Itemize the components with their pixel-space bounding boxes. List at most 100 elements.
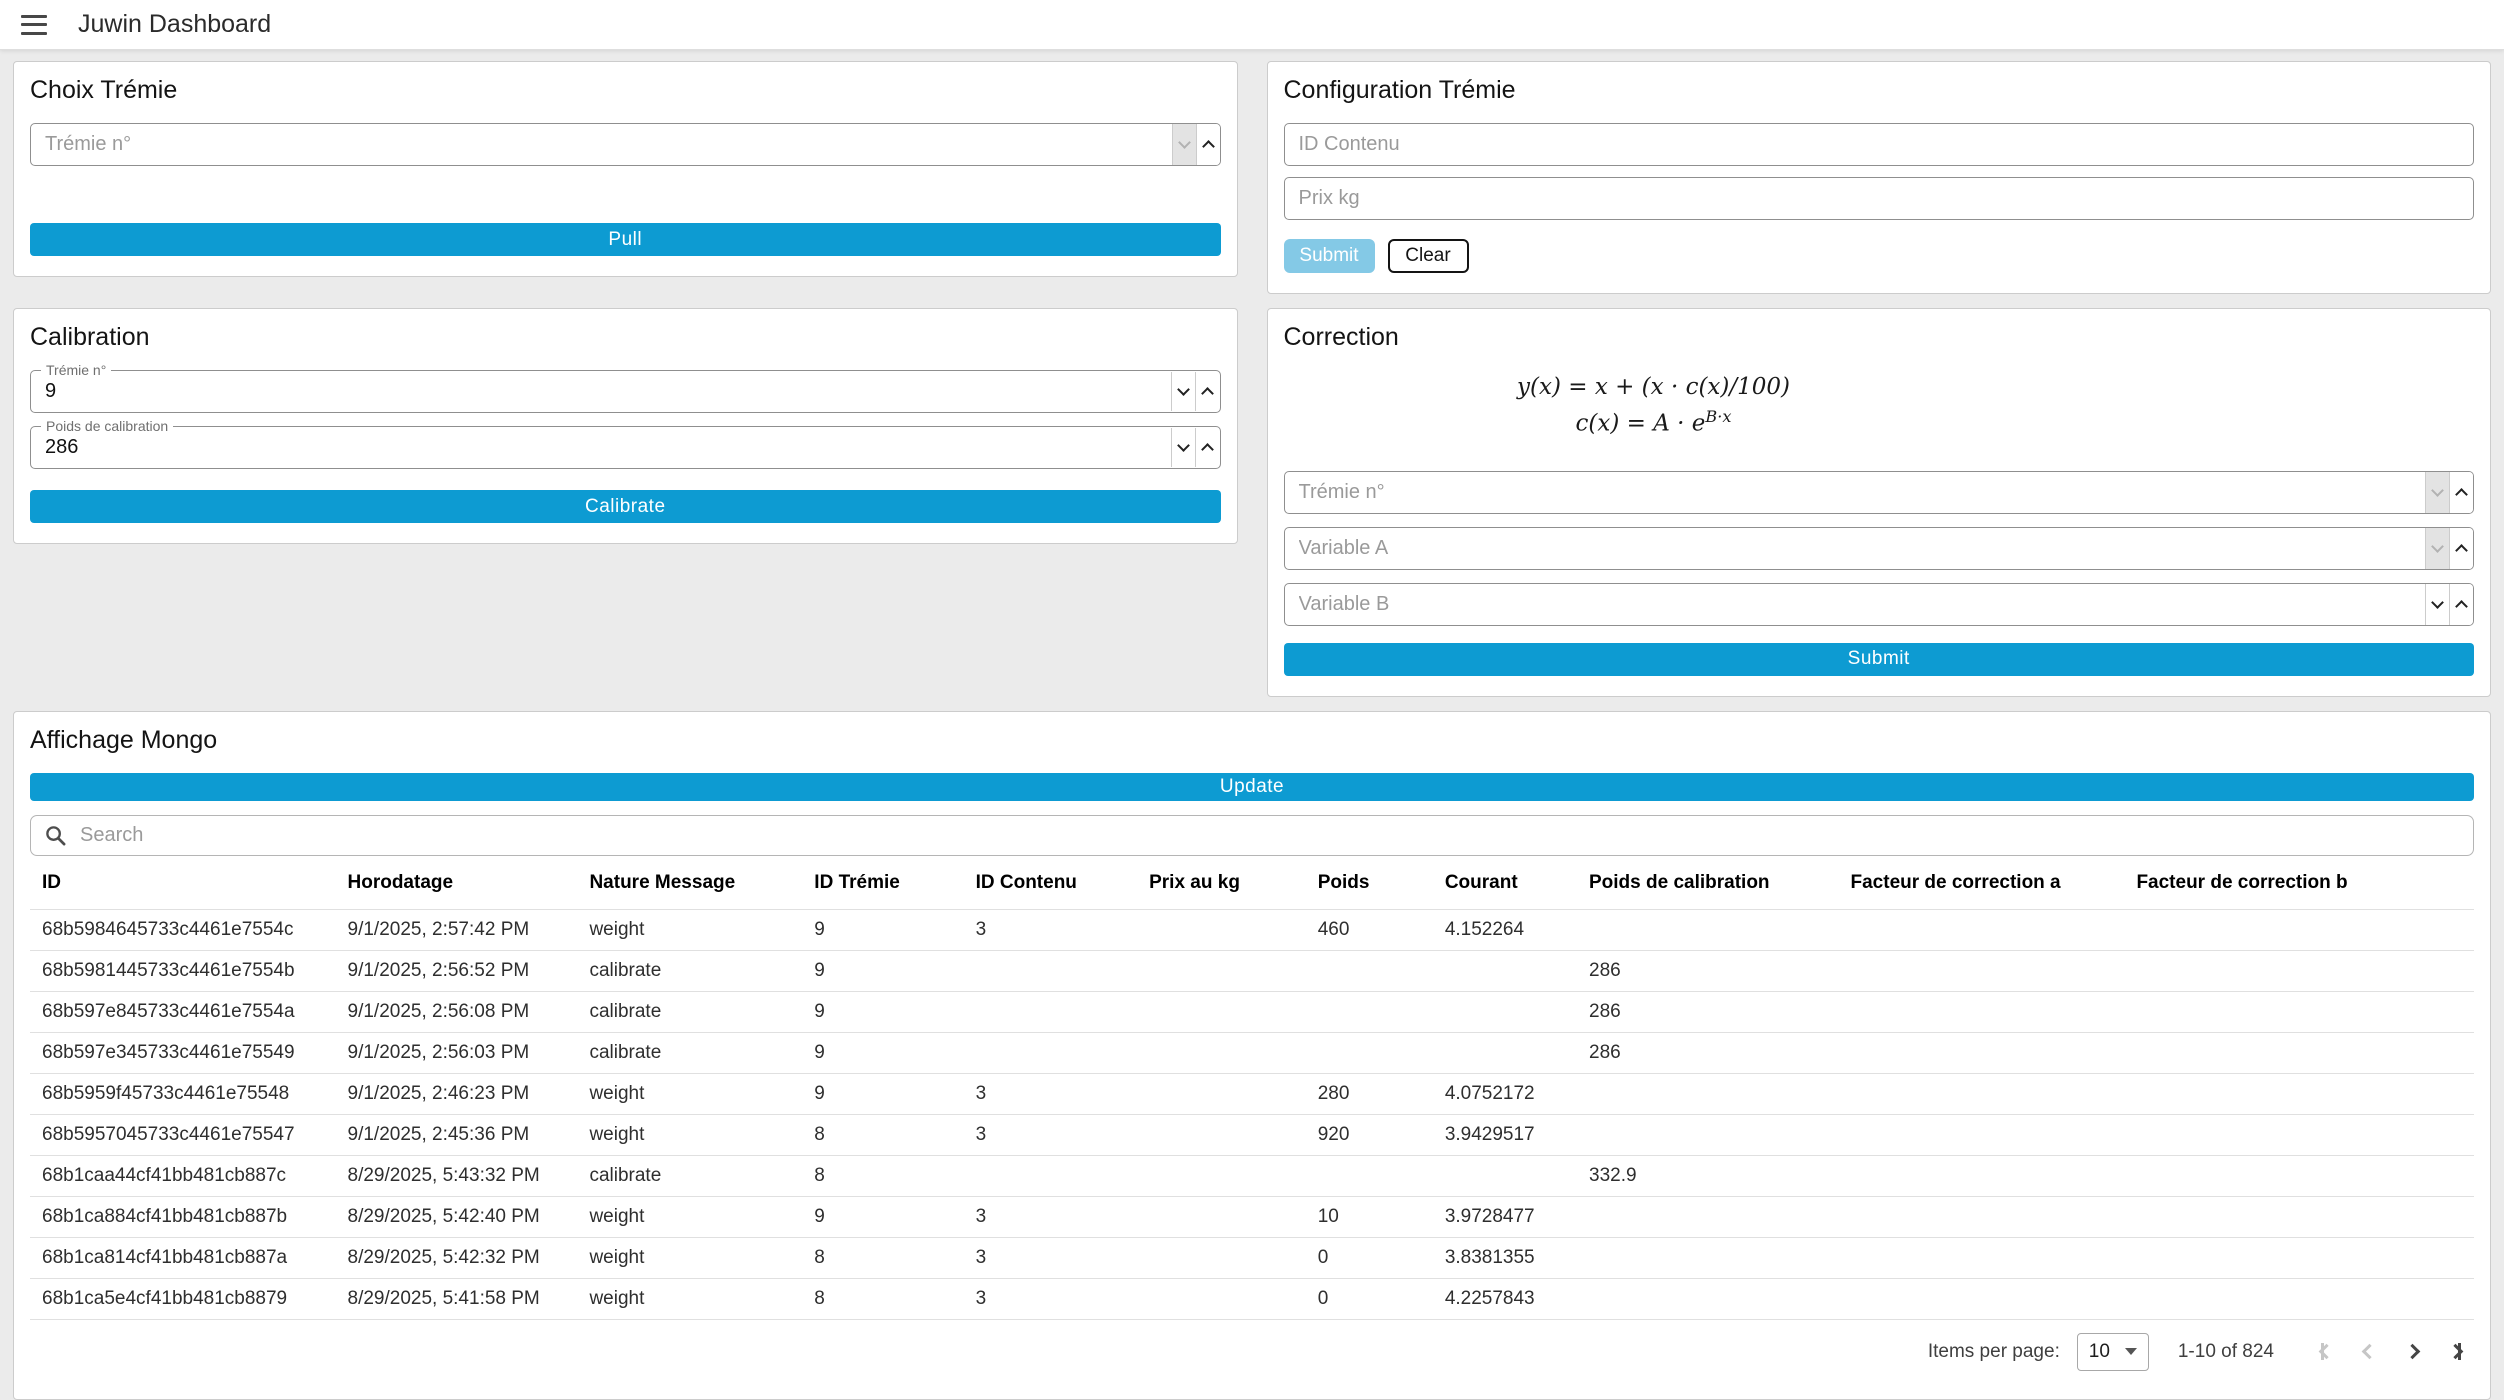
cell-prix-au-kg — [1137, 1073, 1306, 1114]
increment-button[interactable] — [1195, 428, 1219, 467]
calibration-poids-field: Poids de calibration — [30, 426, 1221, 469]
table-header-row: ID Horodatage Nature Message ID Trémie I… — [30, 860, 2474, 910]
id-contenu-input[interactable] — [1284, 123, 2475, 166]
cell-courant — [1433, 991, 1577, 1032]
cell-id-tremie: 8 — [802, 1278, 963, 1319]
cell-facteur-correction-a — [1839, 1032, 2125, 1073]
cell-id-contenu: 3 — [964, 1237, 1138, 1278]
tremie-number-combo — [30, 123, 1221, 166]
top-app-bar: Juwin Dashboard — [0, 0, 2504, 50]
update-button[interactable]: Update — [30, 773, 2474, 801]
items-per-page-label: Items per page: — [1928, 1341, 2060, 1363]
choix-tremie-input[interactable] — [30, 123, 1221, 166]
decrement-button[interactable] — [2425, 584, 2449, 625]
calibration-tremie-input[interactable] — [31, 371, 1220, 412]
increment-button[interactable] — [1196, 124, 1220, 165]
table-row: 68b597e345733c4461e75549 9/1/2025, 2:56:… — [30, 1032, 2474, 1073]
decrement-button[interactable] — [1171, 372, 1195, 411]
cell-prix-au-kg — [1137, 1196, 1306, 1237]
cell-nature-message: weight — [577, 1114, 802, 1155]
cell-facteur-correction-a — [1839, 1073, 2125, 1114]
cell-horodatage: 8/29/2025, 5:41:58 PM — [336, 1278, 578, 1319]
cell-prix-au-kg — [1137, 1155, 1306, 1196]
cell-prix-au-kg — [1137, 1032, 1306, 1073]
cell-facteur-correction-a — [1839, 1155, 2125, 1196]
search-input[interactable] — [78, 823, 2460, 848]
next-page-button[interactable] — [2397, 1337, 2427, 1367]
table-row: 68b1caa44cf41bb481cb887c 8/29/2025, 5:43… — [30, 1155, 2474, 1196]
column-header-nature-message: Nature Message — [577, 860, 802, 910]
panel-calibration-title: Calibration — [30, 323, 1221, 352]
decrement-button[interactable] — [1171, 428, 1195, 467]
cell-nature-message: weight — [577, 1073, 802, 1114]
first-page-button — [2311, 1337, 2341, 1367]
cell-id: 68b1ca5e4cf41bb481cb8879 — [30, 1278, 336, 1319]
cell-id: 68b597e345733c4461e75549 — [30, 1032, 336, 1073]
cell-facteur-correction-a — [1839, 1278, 2125, 1319]
prix-kg-input[interactable] — [1284, 177, 2475, 220]
decrement-button — [2425, 472, 2449, 513]
formula-line-2: c(x) = A · eB·x — [1284, 405, 2024, 441]
cell-nature-message: calibrate — [577, 1032, 802, 1073]
column-header-horodatage: Horodatage — [336, 860, 578, 910]
column-header-poids-de-calibration: Poids de calibration — [1577, 860, 1839, 910]
cell-prix-au-kg — [1137, 991, 1306, 1032]
cell-facteur-correction-a — [1839, 950, 2125, 991]
config-clear-button[interactable]: Clear — [1388, 239, 1469, 273]
panel-calibration: Calibration Trémie n° Poids de calibrati… — [13, 308, 1238, 544]
increment-button[interactable] — [2449, 528, 2473, 569]
variable-b-input[interactable] — [1284, 583, 2475, 626]
calibration-poids-input[interactable] — [31, 427, 1220, 468]
calibration-tremie-label: Trémie n° — [41, 362, 111, 378]
correction-tremie-input[interactable] — [1284, 471, 2475, 514]
chevron-up-icon — [2455, 488, 2468, 501]
cell-id: 68b5957045733c4461e75547 — [30, 1114, 336, 1155]
config-submit-button[interactable]: Submit — [1284, 239, 1375, 273]
chevron-down-icon — [2431, 540, 2444, 553]
page-size-select[interactable]: 10 — [2077, 1333, 2149, 1371]
cell-poids — [1306, 991, 1433, 1032]
increment-button[interactable] — [2449, 472, 2473, 513]
cell-id: 68b1ca814cf41bb481cb887a — [30, 1237, 336, 1278]
cell-id-tremie: 9 — [802, 950, 963, 991]
cell-facteur-correction-b — [2124, 1032, 2474, 1073]
cell-id-tremie: 9 — [802, 909, 963, 950]
calibrate-button[interactable]: Calibrate — [30, 490, 1221, 523]
column-header-id-contenu: ID Contenu — [964, 860, 1138, 910]
pull-button[interactable]: Pull — [30, 223, 1221, 256]
middle-panels-row: Calibration Trémie n° Poids de calibrati… — [13, 308, 2491, 697]
table-row: 68b1ca884cf41bb481cb887b 8/29/2025, 5:42… — [30, 1196, 2474, 1237]
cell-id-contenu: 3 — [964, 1196, 1138, 1237]
cell-facteur-correction-b — [2124, 991, 2474, 1032]
correction-submit-button[interactable]: Submit — [1284, 643, 2475, 676]
variable-a-input[interactable] — [1284, 527, 2475, 570]
cell-courant — [1433, 1155, 1577, 1196]
table-row: 68b5981445733c4461e7554b 9/1/2025, 2:56:… — [30, 950, 2474, 991]
column-header-prix-au-kg: Prix au kg — [1137, 860, 1306, 910]
cell-courant: 4.0752172 — [1433, 1073, 1577, 1114]
cell-poids: 280 — [1306, 1073, 1433, 1114]
menu-icon[interactable] — [21, 15, 47, 35]
cell-facteur-correction-b — [2124, 1114, 2474, 1155]
cell-poids: 460 — [1306, 909, 1433, 950]
cell-horodatage: 9/1/2025, 2:57:42 PM — [336, 909, 578, 950]
cell-id-tremie: 8 — [802, 1114, 963, 1155]
cell-poids-de-calibration: 286 — [1577, 991, 1839, 1032]
cell-horodatage: 9/1/2025, 2:56:52 PM — [336, 950, 578, 991]
last-page-button[interactable] — [2440, 1337, 2470, 1367]
cell-id: 68b5984645733c4461e7554c — [30, 909, 336, 950]
column-header-id: ID — [30, 860, 336, 910]
cell-poids — [1306, 1032, 1433, 1073]
cell-id: 68b1caa44cf41bb481cb887c — [30, 1155, 336, 1196]
variable-a-combo — [1284, 527, 2475, 570]
cell-prix-au-kg — [1137, 950, 1306, 991]
prev-page-button — [2354, 1337, 2384, 1367]
increment-button[interactable] — [1195, 372, 1219, 411]
cell-nature-message: weight — [577, 1237, 802, 1278]
table-body: 68b5984645733c4461e7554c 9/1/2025, 2:57:… — [30, 909, 2474, 1319]
increment-button[interactable] — [2449, 584, 2473, 625]
cell-prix-au-kg — [1137, 1237, 1306, 1278]
chevron-down-icon — [2431, 484, 2444, 497]
cell-poids-de-calibration: 286 — [1577, 950, 1839, 991]
page-range-label: 1-10 of 824 — [2178, 1341, 2274, 1363]
